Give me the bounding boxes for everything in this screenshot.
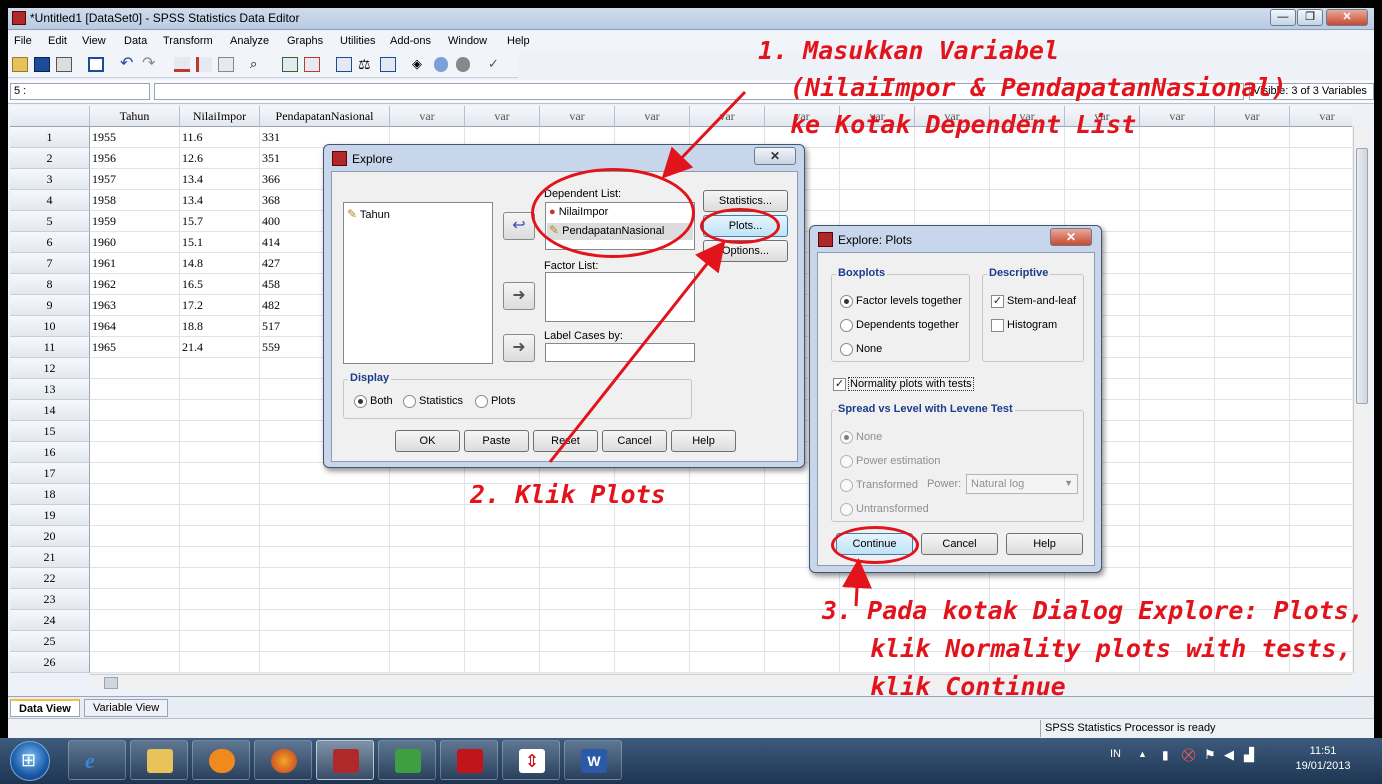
step1-line3: ke Kotak Dependent List (790, 110, 1137, 139)
pdf-icon (457, 749, 483, 773)
firefox-icon (271, 749, 297, 773)
chart-bars-icon (395, 749, 421, 773)
folder-icon (147, 749, 173, 773)
annotation-arrows (548, 90, 872, 607)
media-player-icon (209, 749, 235, 773)
step3-line1: 3. Pada kotak Dialog Explore: Plots, (822, 596, 1364, 625)
taskbar-word[interactable]: W (564, 740, 622, 780)
taskbar-explorer[interactable] (130, 740, 188, 780)
security-icon[interactable]: ⛒ (1182, 747, 1195, 763)
language-indicator[interactable]: IN (1110, 748, 1121, 760)
taskbar-updown-app[interactable]: ⇕ (502, 740, 560, 780)
network-signal-icon[interactable]: ▟ (1244, 747, 1254, 763)
taskbar-spreadsheet[interactable] (378, 740, 436, 780)
step3-line3: klik Continue (870, 672, 1066, 701)
clock-time: 11:51 (1309, 745, 1337, 757)
internet-explorer-icon: e (85, 748, 95, 773)
arrow-to-dependent-list (661, 90, 747, 179)
start-button[interactable]: ⊞ (10, 741, 50, 781)
step2-label: 2. Klik Plots (470, 480, 666, 509)
taskbar-acrobat[interactable] (440, 740, 498, 780)
spss-icon (333, 749, 359, 773)
word-icon: W (581, 749, 607, 773)
step3-line2: klik Normality plots with tests, (870, 634, 1352, 663)
up-down-arrows-icon: ⇕ (519, 749, 545, 773)
windows-logo-icon: ⊞ (21, 750, 37, 770)
step1-line2: (NilaiImpor & PendapatanNasional) (790, 73, 1287, 102)
taskbar-firefox[interactable] (254, 740, 312, 780)
action-center-flag-icon[interactable]: ⚑ (1204, 747, 1216, 763)
usb-icon[interactable]: ▮ (1162, 748, 1169, 762)
clock[interactable]: 11:51 19/01/2013 (1283, 744, 1363, 774)
taskbar-internet-explorer[interactable]: e (68, 740, 126, 780)
show-hidden-icons-icon[interactable]: ▲ (1138, 749, 1147, 759)
volume-icon[interactable]: ◀ (1224, 747, 1234, 763)
step1-line1: 1. Masukkan Variabel (758, 36, 1060, 65)
arrow-to-plots (548, 240, 726, 463)
taskbar-media-player[interactable] (192, 740, 250, 780)
windows-taskbar: ⊞ e ⇕ W IN ▲ ▮ ⛒ ⚑ ◀ ▟ 11:51 19/01/2013 (0, 738, 1382, 784)
taskbar-spss[interactable] (316, 740, 374, 780)
clock-date: 19/01/2013 (1295, 760, 1351, 772)
